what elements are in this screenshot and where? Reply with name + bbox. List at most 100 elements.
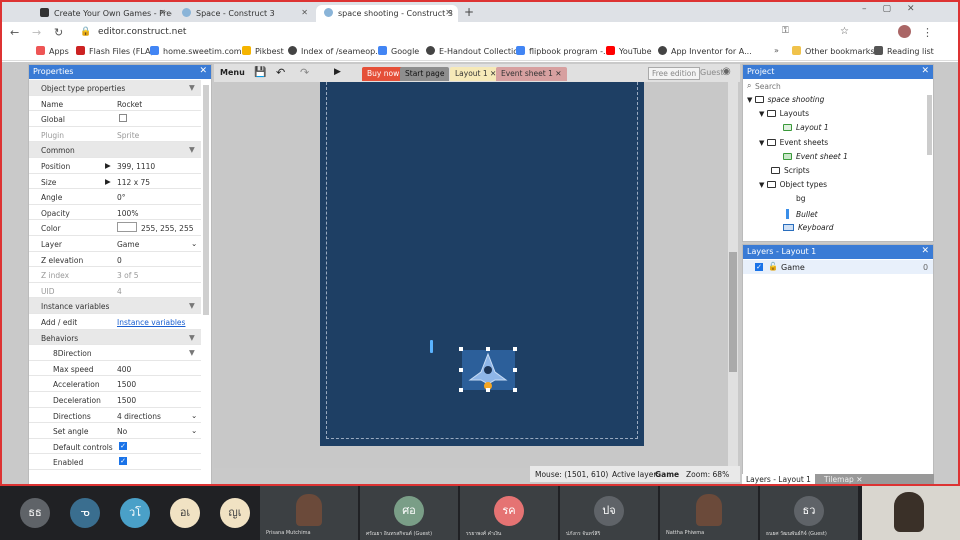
resize-handle[interactable] [513, 388, 517, 392]
profile-avatar[interactable] [898, 25, 911, 38]
dropdown-icon[interactable]: ⌄ [191, 411, 197, 420]
bullet-sprite[interactable] [430, 340, 433, 353]
resize-handle[interactable] [513, 368, 517, 372]
self-video-tile[interactable] [862, 486, 960, 540]
new-tab-icon[interactable]: + [464, 5, 474, 19]
star-icon[interactable]: ☆ [840, 26, 849, 37]
tab-start-page[interactable]: Start page [400, 67, 450, 81]
project-scrollbar[interactable] [927, 95, 932, 155]
bookmark[interactable]: App Inventor for A... [658, 46, 752, 56]
property-section[interactable]: Object type properties ▼ [29, 80, 201, 96]
project-tree-item[interactable]: Layout 1 [771, 123, 829, 132]
bookmark[interactable]: Google [378, 46, 419, 56]
dropdown-icon[interactable]: ⌄ [191, 426, 197, 435]
property-section[interactable]: Instance variables ▼ [29, 298, 201, 314]
bookmark[interactable]: YouTube [606, 46, 652, 56]
resize-handle[interactable] [459, 347, 463, 351]
layout-background[interactable] [320, 82, 644, 446]
bookmark[interactable]: E-Handout Collection [426, 46, 523, 56]
close-icon[interactable]: ✕ [555, 69, 561, 78]
layout-scrollbar[interactable] [728, 82, 738, 468]
participant-avatar[interactable]: ธธ [20, 498, 50, 528]
project-tree-item[interactable]: Scripts [759, 166, 810, 175]
free-edition-badge[interactable]: Free edition [648, 67, 701, 80]
property-value[interactable]: No [117, 427, 127, 436]
scroll-thumb[interactable] [729, 252, 737, 372]
property-section[interactable]: Behaviors ▼ [29, 329, 201, 346]
property-value[interactable]: Instance variables [117, 318, 185, 327]
project-search-input[interactable] [755, 80, 925, 92]
layer-row[interactable]: ✓ 🔓 Game 0 [743, 260, 933, 274]
collapse-icon[interactable]: ▼ [189, 333, 195, 342]
buy-now-button[interactable]: Buy now [362, 67, 405, 81]
lock-icon[interactable]: 🔓 [768, 262, 778, 271]
project-tree-item[interactable]: bg [771, 194, 806, 203]
resize-handle[interactable] [486, 388, 490, 392]
participant-avatar[interactable]: ᓀ [70, 498, 100, 528]
play-icon[interactable]: ▶ [334, 67, 341, 77]
property-checkbox[interactable] [119, 114, 127, 123]
bookmark-apps[interactable]: Apps [36, 46, 69, 56]
participant-tile[interactable]: ธว ธนยศ วัฒนพันธ์กิจ์ (Guest) [760, 486, 858, 540]
participant-avatar[interactable]: ญเ [220, 498, 250, 528]
resize-handle[interactable] [459, 388, 463, 392]
collapse-icon[interactable]: ▼ [189, 348, 195, 357]
dropdown-icon[interactable]: ⌄ [191, 239, 197, 248]
participant-tile[interactable]: Prisana Mutchima [260, 486, 358, 540]
collapse-icon[interactable]: ▼ [189, 301, 195, 310]
user-icon[interactable]: ◉ [722, 66, 731, 77]
save-icon[interactable]: 💾 [254, 67, 266, 78]
expand-arrow-icon[interactable]: ▼ [759, 181, 767, 189]
reading-list[interactable]: Reading list [874, 46, 934, 56]
bookmark[interactable]: Flash Files (FLA) [76, 46, 154, 56]
expand-arrow-icon[interactable]: ▶ [105, 161, 111, 170]
close-icon[interactable]: ✕ [199, 66, 207, 76]
undo-icon[interactable]: ↶ [276, 66, 285, 79]
bookmark[interactable]: Pikbest [242, 46, 284, 56]
close-icon[interactable]: ✕ [856, 475, 862, 484]
url-field[interactable]: editor.construct.net [98, 27, 186, 37]
reload-icon[interactable]: ↻ [54, 26, 63, 39]
property-value[interactable]: 4 directions [117, 412, 161, 421]
property-checkbox[interactable]: ✓ [119, 457, 127, 466]
resize-handle[interactable] [459, 368, 463, 372]
key-icon[interactable]: ⚿ [782, 26, 789, 36]
forward-icon[interactable]: → [32, 26, 41, 39]
layout-view[interactable] [214, 82, 728, 468]
property-checkbox[interactable]: ✓ [119, 441, 127, 450]
color-swatch[interactable] [117, 222, 137, 233]
project-tree-item[interactable]: Bullet [771, 208, 818, 219]
participant-tile[interactable]: ปจ ปภังกร จันทร์สิริ [560, 486, 658, 540]
close-icon[interactable]: ✕ [159, 8, 166, 17]
properties-scrollbar[interactable] [203, 85, 209, 315]
back-icon[interactable]: ← [10, 26, 19, 39]
participant-avatar[interactable]: วโ [120, 498, 150, 528]
tab-layout-1[interactable]: Layout 1 ✕ [450, 67, 502, 81]
project-tree-item[interactable]: ▼ Event sheets [759, 138, 828, 147]
layer-visible-checkbox[interactable]: ✓ [755, 263, 763, 271]
other-bookmarks[interactable]: Other bookmarks [792, 46, 875, 56]
participant-tile[interactable]: รค รรยาพงศ์ คำเงิน [460, 486, 558, 540]
resize-handle[interactable] [513, 347, 517, 351]
expand-arrow-icon[interactable]: ▼ [759, 139, 767, 147]
window-controls[interactable]: –▢✕ [862, 4, 931, 14]
redo-icon[interactable]: ↷ [300, 66, 309, 79]
project-tree-item[interactable]: Keyboard [771, 223, 834, 232]
bookmark[interactable]: home.sweetim.com... [150, 46, 249, 56]
collapse-icon[interactable]: ▼ [189, 145, 195, 154]
tab-event-sheet-1[interactable]: Event sheet 1 ✕ [496, 67, 567, 81]
resize-handle[interactable] [486, 347, 490, 351]
tab-layers[interactable]: Layers - Layout 1 [742, 474, 815, 484]
browser-tab-2[interactable]: Space - Construct 3 ✕ [174, 5, 314, 22]
participant-tile[interactable]: ศอ ศรัณยา อินทรสกิจนต์ (Guest) [360, 486, 458, 540]
participant-tile[interactable]: Nattha Phiwma [660, 486, 758, 540]
more-bookmarks-icon[interactable]: » [774, 46, 779, 55]
expand-arrow-icon[interactable]: ▶ [105, 177, 111, 186]
close-icon[interactable]: ✕ [921, 66, 929, 76]
bookmark[interactable]: flipbook program -... [516, 46, 611, 56]
rocket-sprite[interactable] [459, 347, 517, 392]
close-icon[interactable]: ✕ [445, 8, 452, 17]
property-value[interactable]: Game [117, 240, 139, 249]
collapse-icon[interactable]: ▼ [189, 83, 195, 92]
expand-arrow-icon[interactable]: ▼ [747, 96, 755, 104]
